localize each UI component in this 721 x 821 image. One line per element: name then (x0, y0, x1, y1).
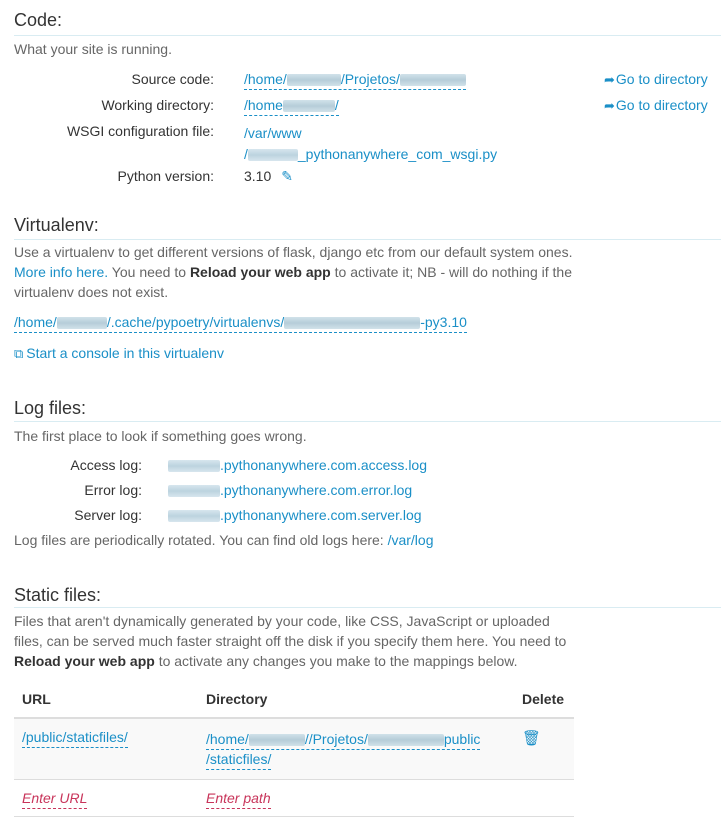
directory-column-header: Directory (198, 683, 514, 719)
code-section-title: Code: (14, 10, 63, 30)
log-files-divider (14, 421, 721, 422)
pencil-icon[interactable]: ✎ (281, 168, 293, 184)
delete-cell: 🗑 (514, 718, 574, 780)
static-files-divider (14, 607, 721, 608)
old-logs-link[interactable]: /var/log (388, 532, 434, 548)
python-version-label: Python version: (117, 168, 215, 184)
virtualenv-intro: Use a virtualenv to get different versio… (14, 244, 573, 300)
table-row: Enter URL Enter path (14, 779, 574, 817)
source-go-to-directory-link[interactable]: ➦Go to directory (604, 71, 708, 88)
source-code-label: Source code: (131, 71, 215, 87)
log-rotation-note: Log files are periodically rotated. You … (14, 532, 434, 548)
source-code-path[interactable]: /home//Projetos/ (244, 71, 466, 90)
server-log-label: Server log: (74, 507, 142, 523)
static-files-section-title: Static files: (14, 585, 102, 605)
share-arrow-icon: ➦ (604, 98, 615, 113)
working-directory-label: Working directory: (101, 97, 214, 113)
wsgi-config-label: WSGI configuration file: (66, 123, 214, 139)
log-files-subtitle: The first place to look if something goe… (14, 428, 307, 444)
error-log-label: Error log: (84, 482, 142, 498)
wsgi-config-path[interactable]: /var/www / _pythonanywhere_com_wsgi.py (244, 123, 497, 165)
static-files-table: URL Directory Delete /public/staticfiles… (14, 683, 574, 817)
empty-delete-cell (514, 779, 574, 817)
working-go-to-directory-link[interactable]: ➦Go to directory (604, 97, 708, 114)
start-console-link[interactable]: ⧉ Start a console in this virtualenv (14, 345, 224, 362)
python-version-value[interactable]: 3.10 ✎ (244, 168, 293, 185)
more-info-link[interactable]: More info here. (14, 264, 108, 280)
access-log-label: Access log: (70, 457, 142, 473)
external-console-icon: ⧉ (14, 346, 24, 361)
virtualenv-path[interactable]: /home//.cache/pypoetry/virtualenvs/-py3.… (14, 314, 467, 333)
delete-column-header: Delete (514, 683, 574, 719)
static-files-intro: Files that aren't dynamically generated … (14, 613, 567, 669)
static-url-cell[interactable]: /public/staticfiles/ (14, 718, 198, 780)
new-path-cell[interactable]: Enter path (198, 779, 514, 817)
code-divider (14, 35, 721, 36)
error-log-link[interactable]: .pythonanywhere.com.error.log (168, 482, 412, 498)
virtualenv-divider (14, 239, 721, 240)
table-row: /public/staticfiles/ /home///Projetos/pu… (14, 718, 574, 780)
server-log-link[interactable]: .pythonanywhere.com.server.log (168, 507, 422, 523)
trash-icon[interactable]: 🗑 (522, 730, 541, 747)
access-log-link[interactable]: .pythonanywhere.com.access.log (168, 457, 427, 473)
code-subtitle: What your site is running. (14, 41, 172, 57)
url-column-header: URL (14, 683, 198, 719)
virtualenv-section-title: Virtualenv: (14, 215, 99, 235)
log-files-section-title: Log files: (14, 398, 87, 418)
new-url-cell[interactable]: Enter URL (14, 779, 198, 817)
working-directory-path[interactable]: /home / (244, 97, 339, 116)
share-arrow-icon: ➦ (604, 72, 615, 87)
static-directory-cell[interactable]: /home///Projetos/public /staticfiles/ (198, 718, 514, 780)
